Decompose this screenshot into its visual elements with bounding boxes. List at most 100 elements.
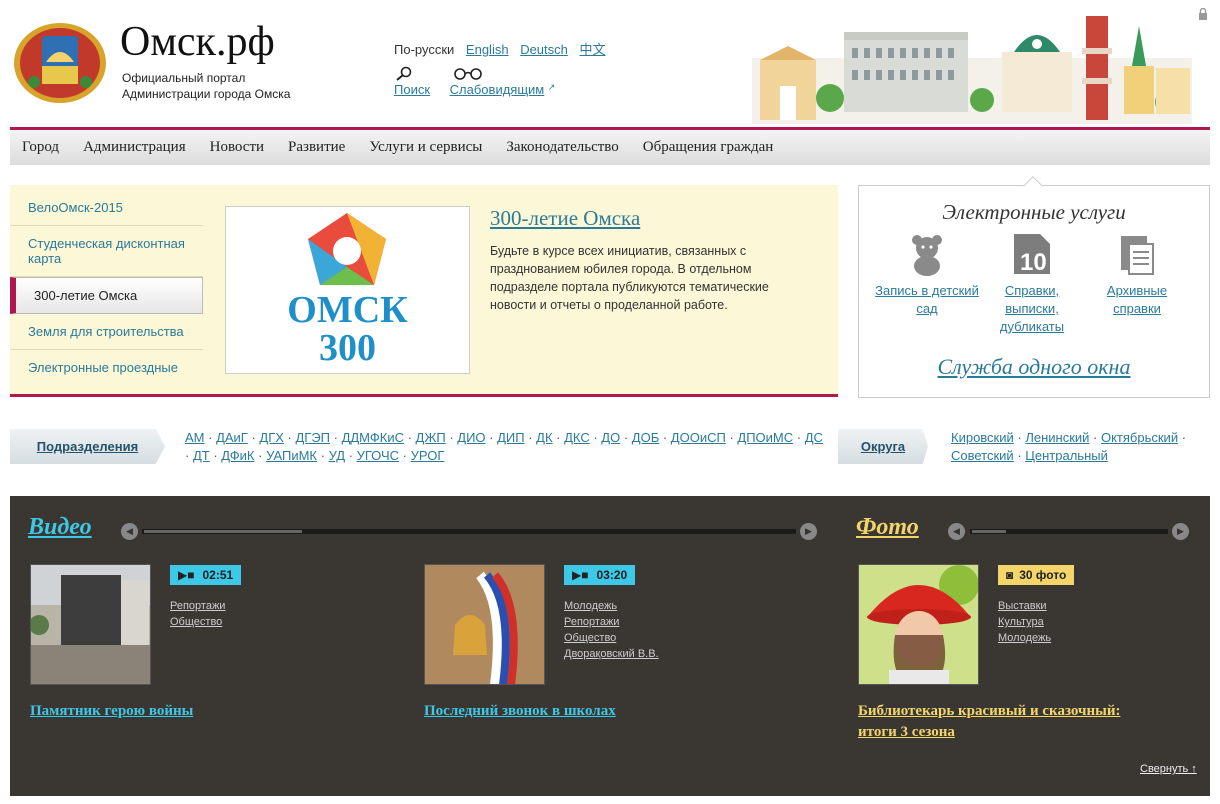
collapse-link[interactable]: Свернуть ↑ <box>1140 763 1197 775</box>
link-separator: · <box>524 430 537 445</box>
side-item-land[interactable]: Земля для строительства <box>10 314 203 350</box>
district-link[interactable]: Октябрьский <box>1101 430 1178 445</box>
department-link[interactable]: ДТ <box>193 448 210 463</box>
districts-button[interactable]: Округа <box>838 429 928 464</box>
video-scroll-track[interactable] <box>142 529 796 534</box>
nav-item-development[interactable]: Развитие <box>288 139 345 156</box>
link-separator: · <box>345 448 357 463</box>
nav-item-services[interactable]: Услуги и сервисы <box>369 139 482 156</box>
department-link[interactable]: ДЖП <box>416 430 446 445</box>
department-link[interactable]: УД <box>329 448 345 463</box>
video-tag[interactable]: Общество <box>170 614 225 630</box>
eservice-archive[interactable]: Архивные справки <box>1082 232 1192 318</box>
photo-prev-arrow-icon[interactable]: ◀ <box>948 523 965 540</box>
search-tool[interactable]: Поиск <box>394 66 430 97</box>
lang-german[interactable]: Deutsch <box>520 42 568 57</box>
link-separator: · <box>1013 430 1026 445</box>
nav-item-city[interactable]: Город <box>22 139 59 156</box>
department-link[interactable]: ДООиСП <box>671 430 726 445</box>
video-tag[interactable]: Дворақовский В.В. <box>564 646 659 662</box>
lang-chinese[interactable]: 中文 <box>580 42 606 57</box>
department-link[interactable]: ДК <box>536 430 552 445</box>
photo-caption[interactable]: Библиотекарь красивый и сказочный: итоги… <box>858 701 1158 743</box>
search-link[interactable]: Поиск <box>394 82 430 97</box>
video-tag[interactable]: Репортажи <box>564 614 659 630</box>
feature-title-link[interactable]: 300-летие Омска <box>490 206 640 231</box>
department-link[interactable]: ДИО <box>457 430 485 445</box>
photo-tag[interactable]: Молодежь <box>998 630 1051 646</box>
photo-next-arrow-icon[interactable]: ▶ <box>1172 523 1189 540</box>
video-section-title[interactable]: Видео <box>28 514 92 541</box>
side-item-e-passes[interactable]: Электронные проездные <box>10 350 203 385</box>
link-separator: · <box>283 430 296 445</box>
department-link[interactable]: АМ <box>185 430 205 445</box>
department-link[interactable]: ДГЭП <box>295 430 330 445</box>
video-thumbnail-bell[interactable] <box>424 564 545 685</box>
department-link[interactable]: ДГХ <box>259 430 284 445</box>
eservice-certificates[interactable]: 10 Справки, выписки, дубликаты <box>977 232 1087 336</box>
video-tag[interactable]: Общество <box>564 630 659 646</box>
side-item-300-anniversary[interactable]: 300-летие Омска <box>10 277 203 314</box>
department-link[interactable]: ДО <box>601 430 620 445</box>
department-link[interactable]: ДАиГ <box>216 430 248 445</box>
department-link[interactable]: ДОБ <box>632 430 659 445</box>
video-caption-2[interactable]: Последний звонок в школах <box>424 701 616 722</box>
photo-thumbnail-librarian[interactable] <box>858 564 979 685</box>
department-link[interactable]: ДКС <box>564 430 590 445</box>
photo-tag[interactable]: Выставки <box>998 598 1051 614</box>
departments-button[interactable]: Подразделения <box>10 429 165 464</box>
department-link[interactable]: ДПОиМС <box>737 430 793 445</box>
site-title[interactable]: Омск.рф <box>120 18 275 66</box>
header-tools: Поиск Слабовидящим ↗ <box>394 66 571 97</box>
eservice-kindergarten-label[interactable]: Запись в детский сад <box>875 283 979 316</box>
video-next-arrow-icon[interactable]: ▶ <box>800 523 817 540</box>
nav-item-legislation[interactable]: Законодательство <box>506 139 618 156</box>
video-tag[interactable]: Молодежь <box>564 598 659 614</box>
photo-section-title[interactable]: Фото <box>856 514 919 541</box>
link-separator: · <box>793 430 805 445</box>
link-separator: · <box>445 430 458 445</box>
districts-links: Кировский · Ленинский · Октябрьский · Со… <box>951 429 1206 465</box>
side-item-velo[interactable]: ВелоОмск-2015 <box>10 190 203 226</box>
nav-item-news[interactable]: Новости <box>210 139 264 156</box>
site-subtitle-line2: Администрации города Омска <box>122 87 291 101</box>
nav-item-appeals[interactable]: Обращения граждан <box>643 139 774 156</box>
link-separator: · <box>399 448 411 463</box>
side-item-student-card[interactable]: Студенческая дисконтная карта <box>10 226 203 277</box>
district-link[interactable]: Ленинский <box>1025 430 1089 445</box>
department-link[interactable]: ДДМФКиС <box>342 430 404 445</box>
photo-tag[interactable]: Культура <box>998 614 1051 630</box>
department-link[interactable]: УГОЧС <box>357 448 399 463</box>
omsk-300-logo-image[interactable]: ОМСК 300 <box>225 206 470 374</box>
eservice-archive-label[interactable]: Архивные справки <box>1107 283 1167 316</box>
department-link[interactable]: УАПиМК <box>266 448 317 463</box>
district-link[interactable]: Кировский <box>951 430 1014 445</box>
department-link[interactable]: ДИП <box>497 430 525 445</box>
external-link-icon: ↗ <box>547 82 556 92</box>
nav-item-administration[interactable]: Администрация <box>83 139 186 156</box>
district-link[interactable]: Советский <box>951 448 1014 463</box>
video-caption-1[interactable]: Памятник герою войны <box>30 701 193 722</box>
low-vision-tool[interactable]: Слабовидящим ↗ <box>450 66 556 97</box>
link-separator: · <box>485 430 498 445</box>
low-vision-link[interactable]: Слабовидящим <box>450 82 545 97</box>
department-link[interactable]: ДС <box>805 430 823 445</box>
lang-english[interactable]: English <box>466 42 509 57</box>
city-emblem-logo[interactable] <box>12 22 108 104</box>
photo-tags: Выставки Культура Молодежь <box>998 598 1051 646</box>
archive-icon <box>1121 236 1154 275</box>
video-tag[interactable]: Репортажи <box>170 598 225 614</box>
one-window-service-link[interactable]: Служба одного окна <box>858 354 1210 380</box>
eservice-kindergarten[interactable]: Запись в детский сад <box>872 232 982 318</box>
link-separator: · <box>725 430 738 445</box>
photo-scroll-track[interactable] <box>970 529 1168 534</box>
video-prev-arrow-icon[interactable]: ◀ <box>121 523 138 540</box>
feature-description: Будьте в курсе всех инициатив, связанных… <box>490 244 769 312</box>
link-separator: · <box>317 448 329 463</box>
eservice-certificates-label[interactable]: Справки, выписки, дубликаты <box>1000 283 1064 334</box>
video-thumbnail-monument[interactable] <box>30 564 151 685</box>
district-link[interactable]: Центральный <box>1025 448 1108 463</box>
department-link[interactable]: УРОГ <box>411 448 445 463</box>
lock-icon[interactable] <box>1198 8 1208 20</box>
department-link[interactable]: ДФиК <box>221 448 254 463</box>
